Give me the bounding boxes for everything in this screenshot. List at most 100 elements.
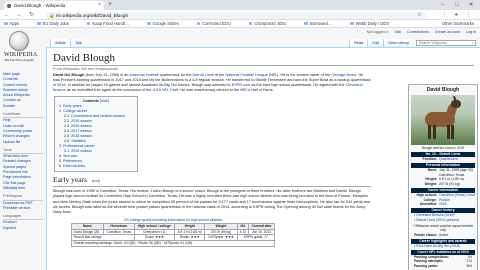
wikipedia-logo[interactable]: WIKIPEDIA The Free Encyclopedia — [4, 31, 37, 62]
highlight-item[interactable]: • First-Team All-Big Ten (2018) — [411, 244, 475, 249]
bookmark-favicon-icon — [248, 21, 253, 26]
close-window-icon[interactable]: ✕ — [464, 0, 478, 10]
stat-label: Passing yards: — [414, 264, 439, 269]
bookmark-item[interactable]: Webb Daily / DDS — [350, 21, 398, 26]
sidebar-item-printable-version[interactable]: Printable version — [3, 206, 43, 211]
infobox-label: Roster status: — [414, 232, 437, 237]
lead-paragraph: David Del Blough (born July 31, 1995) is… — [53, 73, 371, 93]
infobox-title: David Blough — [426, 87, 460, 93]
infobox-value: Active — [439, 232, 449, 237]
toc-item-label: 2019 season — [71, 149, 93, 154]
minimize-icon[interactable]: – — [436, 0, 450, 10]
bookmark-item[interactable]: Google Slides — [147, 21, 188, 26]
recruiting-table-caption[interactable]: US college sports recruiting information… — [71, 218, 275, 223]
toc-item-number: 2.3 — [64, 124, 70, 129]
bookmark-item[interactable]: Apps — [4, 21, 28, 26]
bookmark-label: Webb Daily / DDS — [355, 21, 390, 26]
infobox-row: Undrafted: 2019 — [411, 202, 475, 207]
bookmark-label: Apps — [9, 21, 20, 26]
maximize-icon[interactable]: □ — [450, 0, 464, 10]
table-cell[interactable]: David Blough QB — [71, 228, 104, 236]
column-header: Commit date — [247, 222, 276, 230]
star-rating-cell: 247Sports: ★★★ — [204, 234, 238, 241]
personal-link-contributions[interactable]: Contributions — [407, 30, 429, 34]
tab-view-history[interactable]: View history — [383, 39, 413, 47]
bookmark-label: Google Slides — [152, 21, 179, 26]
personal-link-log-in[interactable]: Log in — [466, 30, 476, 34]
inline-link[interactable]: ESPN.com — [232, 83, 251, 87]
search-icon[interactable]: ⌕ — [472, 41, 474, 46]
lead-text: of the — [213, 73, 226, 77]
table-of-contents: Contents [hide] 1 Early years 2 College car… — [54, 96, 138, 173]
forward-arrow-icon[interactable]: → — [16, 10, 22, 20]
section-edit-link[interactable]: [edit] — [92, 179, 100, 183]
inline-link[interactable]: 2019 NFL Draft — [152, 88, 178, 92]
toc-item-label: See also — [63, 154, 78, 159]
inline-link[interactable]: Detroit Lions — [193, 73, 214, 77]
other-bookmarks-folder[interactable]: Other bookmarks — [442, 20, 474, 27]
toc-item-number: 2 — [59, 109, 62, 114]
tab-edit[interactable]: Edit — [367, 39, 384, 47]
toc-hide-toggle[interactable]: [hide] — [100, 99, 109, 103]
search-input[interactable]: Search Wikipedia ⌕ — [416, 40, 476, 46]
tab-read[interactable]: Read — [349, 39, 368, 47]
inline-link[interactable]: National Football League — [225, 73, 267, 77]
toc-item-number: 5 — [59, 159, 62, 164]
address-bar[interactable]: 🔒 en.wikipedia.org/wiki/David_Blough ☆ — [46, 11, 426, 19]
sidebar-item-donate[interactable]: Donate — [3, 104, 43, 109]
career-history-item[interactable]: • Detroit Lions (2019–present) — [411, 218, 475, 223]
table-cell: Jun 10, 2013 — [247, 228, 276, 236]
personal-link-talk[interactable]: Talk — [395, 30, 402, 34]
early-years-paragraph: Blough was born in 1995 in Carrollton, T… — [53, 189, 371, 214]
toc-item-label: References — [63, 159, 82, 164]
infobox-label: Undrafted: — [419, 202, 437, 207]
toc-item-number: 6 — [59, 164, 62, 169]
sidebar-item-wikidata-item[interactable]: Wikidata item — [3, 186, 43, 191]
tab-talk[interactable]: Talk — [69, 39, 86, 47]
toc-item-label: External links — [63, 164, 85, 169]
section-title: Early years — [53, 175, 87, 185]
recruiting-table: US college sports recruiting information… — [71, 218, 276, 247]
close-tab-icon[interactable]: × — [98, 1, 101, 10]
bookmark-favicon-icon — [37, 21, 41, 26]
lead-text: as the best high school quarterback. He … — [250, 83, 346, 88]
browser-menu-icon[interactable]: ⋮ ● ⋮ — [442, 10, 474, 20]
bookmark-item[interactable]: Corrected EDU — [196, 21, 240, 26]
toc-item-number: 2.5 — [64, 134, 70, 139]
new-tab-button[interactable]: + — [108, 0, 112, 10]
subject-name: David Del Blough — [53, 73, 85, 77]
overall-rankings: Overall recruiting rankings: Scout: 53 (… — [71, 239, 275, 247]
browser-tab[interactable]: David Blough - Wikipedia × — [4, 1, 104, 10]
inline-link[interactable]: American football — [129, 73, 158, 77]
infobox-value[interactable]: 2019 — [439, 202, 475, 207]
tab-article[interactable]: Article — [50, 39, 70, 47]
infobox: David Blough Blough with the Lions in 20… — [408, 84, 478, 270]
bookmark-label: Borrowed… — [309, 21, 333, 26]
bookmark-item[interactable]: Kaap Food Handl… — [86, 21, 138, 26]
personal-link-create-account[interactable]: Create account — [435, 30, 460, 34]
bookmark-item[interactable]: Chiropractic EDU — [248, 21, 296, 26]
article-source-note: From Wikipedia, the free encyclopedia — [53, 67, 118, 71]
toc-item-number: 3.1 — [64, 149, 70, 154]
lead-text: as an undrafted free agent at the conclu… — [65, 88, 153, 93]
sidebar-item-espa-ol[interactable]: Español — [3, 226, 43, 231]
recruiting-table-overall-row: Overall recruiting rankings: Scout: 53 (… — [71, 239, 275, 247]
back-arrow-icon[interactable]: ← — [4, 10, 10, 20]
infobox-value[interactable]: Quarterback — [439, 157, 475, 162]
lock-icon[interactable]: 🔒 — [49, 12, 55, 19]
bookmark-item[interactable]: EU Daily Jobs — [37, 21, 78, 26]
bookmark-star-icon[interactable]: ☆ — [417, 12, 422, 19]
bookmark-label: Kaap Food Handl… — [92, 21, 130, 26]
inline-link[interactable]: Chicago Bears — [331, 73, 356, 77]
bookmark-item[interactable]: Borrowed… — [304, 21, 341, 26]
reload-icon[interactable]: ↻ — [29, 10, 34, 20]
bookmark-favicon-icon — [147, 21, 151, 26]
bookmark-favicon-icon — [304, 21, 308, 26]
infobox-photo[interactable] — [411, 95, 475, 145]
lead-text: quarterback for the — [158, 73, 193, 77]
infobox-value: 207 lb (94 kg) — [439, 181, 460, 186]
toc-item-number: 1 — [59, 104, 62, 109]
sidebar-item-upload-file[interactable]: Upload file — [3, 140, 43, 145]
toc-item[interactable]: 6 External links — [59, 164, 133, 169]
toc-item-label: Professional career — [63, 144, 95, 149]
